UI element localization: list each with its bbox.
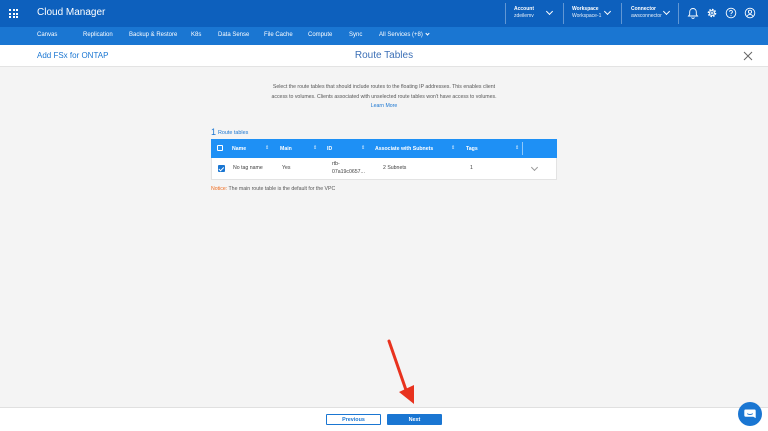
previous-button[interactable]: Previous [326,414,381,425]
bell-icon[interactable] [687,7,699,19]
divider [522,142,523,155]
cell-id: rtb- 07a19c0657... [332,160,365,176]
nav-item-file-cache[interactable]: File Cache [264,32,293,38]
chat-icon [744,409,756,419]
account-selector[interactable]: Account zdeilemv [514,6,534,19]
divider [563,3,564,24]
nav-item-data-sense[interactable]: Data Sense [218,32,249,38]
account-value: zdeilemv [514,12,534,19]
sort-icon[interactable]: ⇕ [451,145,455,151]
count-number: 1 [211,127,217,137]
column-header-subnets[interactable]: Associate with Subnets [375,146,433,152]
chat-button[interactable] [738,402,762,426]
nav-item-all-services[interactable]: All Services (+8) [379,31,430,38]
nav-item-sync[interactable]: Sync [349,32,362,38]
next-button[interactable]: Next [387,414,442,425]
description-text: Select the route tables that should incl… [271,84,497,100]
nav-item-compute[interactable]: Compute [308,32,332,38]
column-header-name[interactable]: Name [232,146,246,152]
table-row[interactable]: No tag name Yes rtb- 07a19c0657... 2 Subn… [211,158,557,180]
top-bar: Cloud Manager Account zdeilemv Workspace… [0,0,768,27]
sort-icon[interactable]: ⇕ [313,145,317,151]
page-title: Route Tables [354,50,414,61]
connector-value: awsconnector [631,12,662,19]
divider [678,3,679,24]
divider [505,3,506,24]
cell-main: Yes [282,165,291,171]
column-header-id[interactable]: ID [327,146,332,152]
cell-subnets[interactable]: 2 Subnets [383,165,406,171]
chevron-down-icon[interactable] [545,7,554,16]
chevron-down-icon[interactable] [603,7,612,16]
wizard-header: Add FSx for ONTAP Route Tables [0,45,768,67]
select-all-checkbox[interactable] [217,145,223,151]
help-icon[interactable] [725,7,737,19]
sort-icon[interactable]: ⇕ [265,145,269,151]
column-header-main[interactable]: Main [280,146,292,152]
workspace-value: Workspace-1 [572,12,602,19]
nav-item-backup-restore[interactable]: Backup & Restore [129,32,177,38]
nav-item-k8s[interactable]: K8s [191,32,201,38]
cell-id-line1: rtb- [332,161,340,167]
chevron-down-icon [425,31,430,36]
table-header: Name ⇕ Main ⇕ ID ⇕ Associate with Subnet… [211,139,557,158]
column-header-tags[interactable]: Tags [466,146,478,152]
notice-label: Notice: [211,186,228,192]
services-nav: Canvas Replication Backup & Restore K8s … [0,27,768,45]
workspace-selector[interactable]: Workspace Workspace-1 [572,6,601,19]
chevron-down-icon[interactable] [662,7,671,16]
learn-more-link[interactable]: Learn More [371,103,398,109]
cell-name: No tag name [233,165,263,171]
divider [621,3,622,24]
wizard-footer: Previous Next [0,407,768,431]
route-tables-count: 1 Route tables [211,127,248,137]
notice-text: The main route table is the default for … [228,186,336,192]
connector-selector[interactable]: Connector awsconnector [631,6,662,19]
sort-icon[interactable]: ⇕ [361,145,365,151]
chevron-down-icon[interactable] [530,163,539,172]
page-description: Select the route tables that should incl… [265,83,503,112]
app-grid-icon[interactable] [9,9,18,18]
cell-id-line2: 07a19c0657... [332,169,365,175]
close-icon[interactable] [743,51,753,61]
cell-tags: 1 [470,165,473,171]
nav-item-replication[interactable]: Replication [83,32,113,38]
app-title: Cloud Manager [37,7,106,18]
sort-icon[interactable]: ⇕ [515,145,519,151]
notice: Notice: The main route table is the defa… [211,186,335,192]
row-checkbox[interactable] [218,165,225,172]
count-label: Route tables [218,130,249,136]
nav-item-canvas[interactable]: Canvas [37,32,57,38]
gear-icon[interactable] [706,7,718,19]
user-icon[interactable] [744,7,756,19]
all-services-label: All Services (+8) [379,32,423,38]
